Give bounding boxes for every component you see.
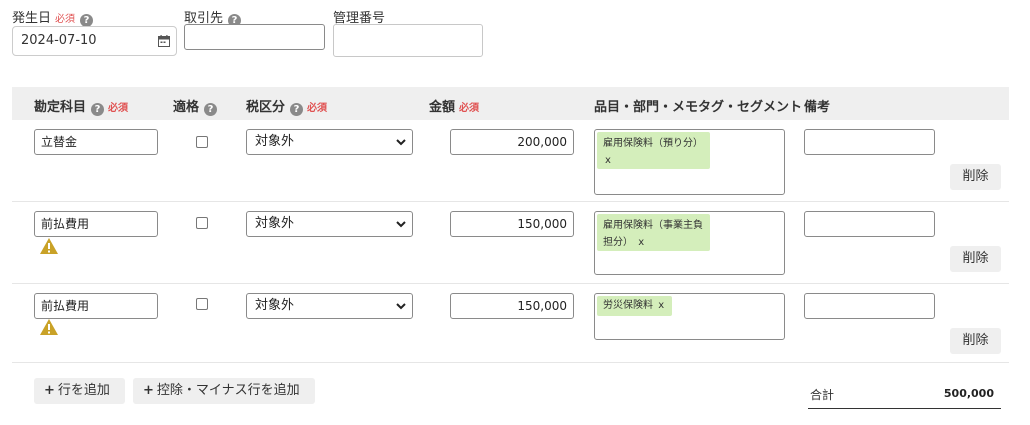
tag-chip: 雇用保険料（預り分） x [597, 132, 710, 169]
row-divider [12, 362, 1009, 363]
tax-select[interactable]: 対象外 [246, 211, 413, 237]
date-field-label: 発生日 必須? [12, 7, 94, 27]
partner-input[interactable] [184, 24, 325, 50]
required-badge: 必須 [55, 14, 76, 25]
column-header-qualified: 適格? [173, 96, 218, 116]
help-icon[interactable]: ? [204, 103, 218, 116]
add-minus-row-button[interactable]: + 控除・マイナス行を追加 [133, 378, 315, 404]
tax-select[interactable]: 対象外 [246, 129, 413, 155]
tax-select[interactable]: 対象外 [246, 293, 413, 319]
column-header-memo: 備考 [804, 100, 831, 115]
required-badge: 必須 [108, 103, 129, 114]
memo-input[interactable] [804, 211, 935, 237]
warning-icon[interactable] [39, 318, 59, 336]
account-input[interactable]: 前払費用 [34, 211, 158, 237]
chevron-down-icon [396, 303, 406, 310]
amount-input[interactable]: 200,000 [450, 129, 574, 155]
chevron-down-icon [396, 221, 406, 228]
column-header-account: 勘定科目? 必須 [34, 100, 129, 116]
help-icon[interactable]: ? [91, 103, 105, 116]
qualified-checkbox[interactable] [196, 136, 208, 148]
memo-input[interactable] [804, 293, 935, 319]
amount-input[interactable]: 150,000 [450, 293, 574, 319]
required-badge: 必須 [307, 103, 328, 114]
help-icon[interactable]: ? [290, 103, 304, 116]
tag-input[interactable]: 労災保険料 x [594, 293, 785, 340]
delete-row-button[interactable]: 削除 [950, 246, 1001, 272]
delete-row-button[interactable]: 削除 [950, 164, 1001, 190]
tag-chip: 雇用保険料（事業主負担分） x [597, 214, 710, 251]
warning-icon[interactable] [39, 237, 59, 255]
delete-row-button[interactable]: 削除 [950, 328, 1001, 354]
column-header-amount: 金額 必須 [429, 100, 480, 115]
plus-icon: + [143, 383, 154, 398]
tag-input[interactable]: 雇用保険料（事業主負担分） x [594, 211, 785, 275]
row-divider [12, 201, 1009, 202]
table-header [12, 87, 1009, 120]
tag-remove-button[interactable]: x [638, 237, 644, 248]
plus-icon: + [44, 383, 55, 398]
tag-chip: 労災保険料 x [597, 296, 672, 316]
tag-input[interactable]: 雇用保険料（預り分） x [594, 129, 785, 195]
chevron-down-icon [396, 139, 406, 146]
amount-input[interactable]: 150,000 [450, 211, 574, 237]
qualified-checkbox[interactable] [196, 217, 208, 229]
qualified-checkbox[interactable] [196, 298, 208, 310]
total-label: 合計 [810, 388, 835, 402]
calendar-icon[interactable] [158, 35, 170, 47]
row-divider [12, 283, 1009, 284]
total-value: 500,000 [943, 387, 994, 400]
account-input[interactable]: 立替金 [34, 129, 158, 155]
column-header-items: 品目・部門・メモタグ・セグメント [594, 100, 803, 115]
required-badge: 必須 [459, 103, 480, 114]
total-underline [808, 408, 1001, 409]
column-header-tax: 税区分? 必須 [246, 100, 328, 116]
date-input[interactable]: 2024-07-10 [12, 26, 177, 56]
add-row-button[interactable]: + 行を追加 [34, 378, 125, 404]
control-number-input[interactable] [333, 24, 483, 57]
memo-input[interactable] [804, 129, 935, 155]
tag-remove-button[interactable]: x [605, 155, 611, 166]
account-input[interactable]: 前払費用 [34, 293, 158, 319]
tag-remove-button[interactable]: x [658, 300, 664, 311]
